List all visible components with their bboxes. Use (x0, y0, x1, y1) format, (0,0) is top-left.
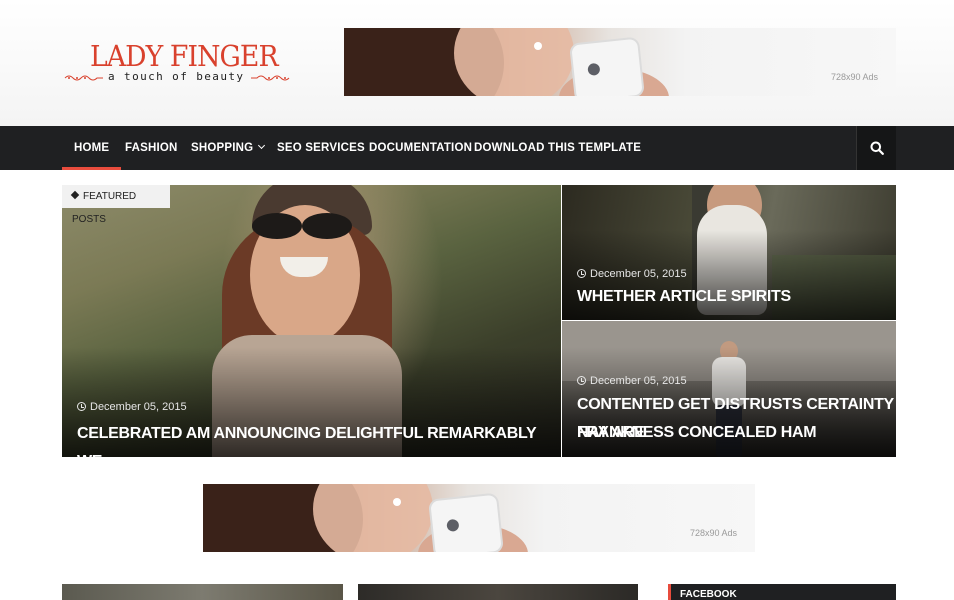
post-date: December 05, 2015 (77, 401, 187, 413)
ad-photo-earring (534, 42, 542, 50)
ad-photo-phone (428, 492, 504, 552)
nav-item-home[interactable]: HOME (61, 126, 122, 170)
featured-posts-badge: FEATURED POSTS (62, 185, 170, 225)
logo-tagline: a touch of beauty (108, 70, 245, 83)
ad-size-label: 728x90 Ads (689, 528, 737, 538)
search-button[interactable] (856, 126, 896, 170)
post-date-text: December 05, 2015 (590, 375, 687, 387)
post-date-text: December 05, 2015 (590, 268, 687, 280)
photo-sunglasses-left (252, 213, 302, 239)
post-card-thumbnail[interactable] (62, 584, 343, 600)
nav-item-shopping[interactable]: SHOPPING (191, 126, 266, 170)
main-nav: HOME FASHION SHOPPING SEO SERVICES DOCUM… (0, 126, 954, 170)
clock-icon (577, 376, 586, 385)
ad-size-label: 728x90 Ads (830, 72, 878, 82)
post-date: December 05, 2015 (577, 268, 687, 280)
ad-photo-earring (393, 498, 401, 506)
nav-item-seo-services[interactable]: SEO SERVICES (277, 126, 365, 170)
nav-item-download-template[interactable]: DOWNLOAD THIS TEMPLATE (474, 126, 641, 170)
facebook-widget-title: FACEBOOK (668, 584, 896, 600)
ornament-right-icon (251, 75, 290, 81)
photo-sunglasses-right (302, 213, 352, 239)
featured-post-bottom-right[interactable]: December 05, 2015 CONTENTED GET DISTRUST… (562, 321, 896, 457)
featured-post-main[interactable]: December 05, 2015 CELEBRATED AM ANNOUNCI… (62, 185, 561, 457)
featured-post-top-right[interactable]: December 05, 2015 WHETHER ARTICLE SPIRIT… (562, 185, 896, 320)
ad-photo-skin (313, 484, 433, 552)
pin-icon (70, 190, 80, 200)
post-title[interactable]: CELEBRATED AM ANNOUNCING DELIGHTFUL REMA… (77, 420, 561, 457)
ornament-left-icon (64, 75, 103, 81)
chevron-down-icon (258, 141, 266, 150)
nav-item-fashion[interactable]: FASHION (125, 126, 178, 170)
post-card-thumbnail[interactable] (358, 584, 638, 600)
nav-item-documentation[interactable]: DOCUMENTATION (369, 126, 472, 170)
logo-title: LADY FINGER (90, 39, 279, 73)
ad-photo-skin (454, 28, 574, 96)
post-date-text: December 05, 2015 (90, 401, 187, 413)
site-logo[interactable]: LADY FINGER a touch of beauty (64, 40, 290, 86)
post-date: December 05, 2015 (577, 375, 687, 387)
top-banner-ad[interactable]: 728x90 Ads (344, 28, 896, 96)
ad-photo-phone (569, 36, 645, 96)
middle-banner-ad[interactable]: 728x90 Ads (203, 484, 755, 552)
clock-icon (77, 402, 86, 411)
search-icon (870, 141, 884, 155)
site-header: LADY FINGER a touch of beauty 728x90 Ads (0, 0, 954, 126)
post-title[interactable]: WHETHER ARTICLE SPIRITS (577, 283, 791, 311)
post-title-line-2[interactable]: FRANKNESS CONCEALED HAM (577, 419, 817, 447)
clock-icon (577, 269, 586, 278)
nav-item-shopping-label: SHOPPING (191, 142, 254, 154)
